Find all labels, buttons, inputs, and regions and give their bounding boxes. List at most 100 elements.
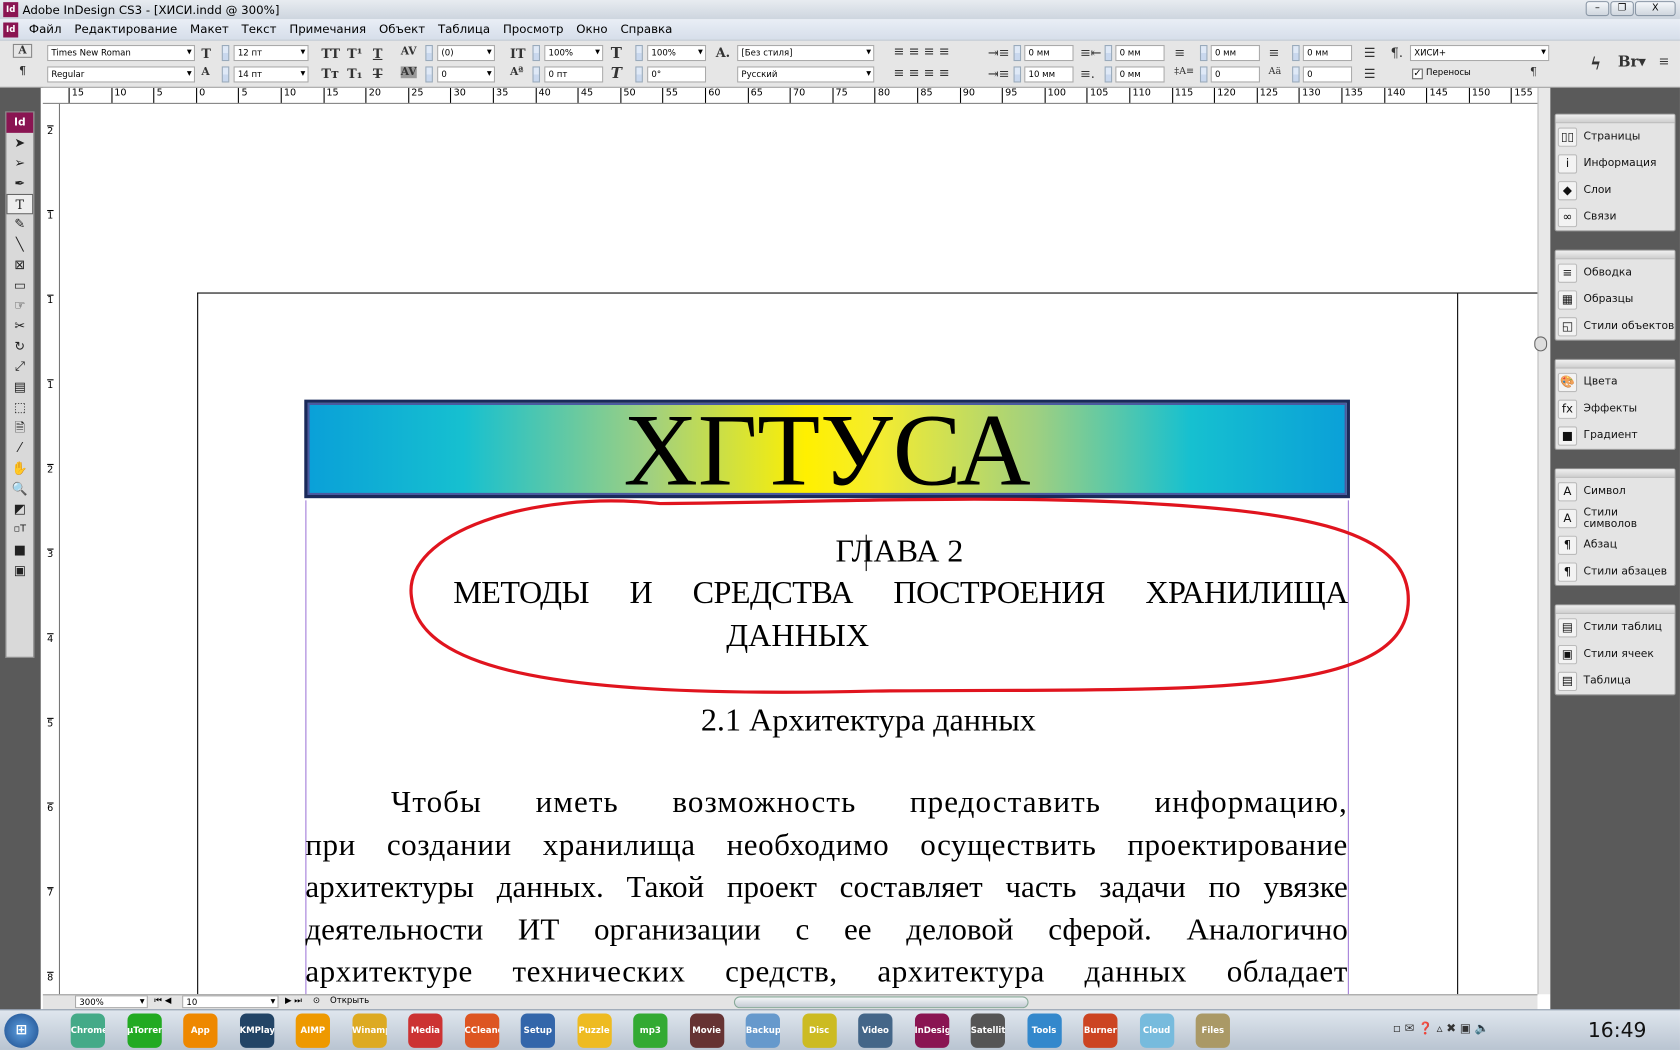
- panel-item[interactable]: A Символ: [1556, 478, 1675, 505]
- baseline-spinner[interactable]: [532, 66, 540, 83]
- taskbar-app-button[interactable]: Backup: [745, 1013, 780, 1048]
- tracking-spinner[interactable]: [425, 66, 433, 83]
- panel-item[interactable]: ▤ Таблица: [1556, 667, 1675, 694]
- taskbar-app-button[interactable]: App: [183, 1013, 218, 1048]
- vertical-scrollbar[interactable]: [1534, 87, 1551, 995]
- hand-tool-icon[interactable]: ✋: [6, 459, 33, 479]
- fill-stroke-icon[interactable]: ◩: [6, 499, 33, 519]
- horizontal-scroll-thumb[interactable]: [733, 996, 1029, 1009]
- taskbar-app-button[interactable]: Files: [1195, 1013, 1230, 1048]
- subscript-icon[interactable]: T₁: [347, 66, 362, 81]
- gradient-tool-icon[interactable]: ▤: [6, 377, 33, 397]
- justify-buttons[interactable]: ≡≡≡≡: [894, 65, 954, 80]
- panel-item[interactable]: fx Эффекты: [1556, 395, 1675, 422]
- rectangle-frame-tool-icon[interactable]: ⊠: [6, 255, 33, 275]
- superscript-icon[interactable]: T¹: [347, 46, 362, 61]
- last-line-indent-field[interactable]: 0 мм: [1115, 66, 1165, 83]
- menu-view[interactable]: Просмотр: [497, 22, 570, 36]
- strikethrough-icon[interactable]: T: [373, 66, 383, 81]
- pen-tool-icon[interactable]: ✒: [6, 174, 33, 194]
- taskbar-app-button[interactable]: mp3 cut: [633, 1013, 668, 1048]
- menu-notes[interactable]: Примечания: [283, 22, 373, 36]
- close-button[interactable]: X: [1634, 1, 1676, 17]
- quick-apply-icon[interactable]: ϟ: [1590, 54, 1601, 74]
- kerning-field[interactable]: (0): [437, 44, 495, 62]
- all-caps-icon[interactable]: TT: [321, 46, 340, 61]
- vscale-spinner[interactable]: [532, 44, 540, 62]
- panel-item[interactable]: ¶ Стили абзацев: [1556, 558, 1675, 585]
- horizontal-scale-field[interactable]: 100%: [647, 44, 707, 62]
- eyedropper-tool-icon[interactable]: ⁄: [6, 438, 33, 458]
- space-before-field[interactable]: 0 мм: [1210, 44, 1260, 62]
- drop-cap-lines-field[interactable]: 0: [1210, 66, 1260, 83]
- left-indent-spinner[interactable]: [1013, 44, 1022, 62]
- page-select[interactable]: 10: [182, 995, 279, 1009]
- drop-chars-spinner[interactable]: [1292, 66, 1300, 83]
- skew-field[interactable]: 0°: [647, 66, 707, 83]
- taskbar-app-button[interactable]: Media: [408, 1013, 443, 1048]
- drop-lines-spinner[interactable]: [1199, 66, 1208, 83]
- taskbar-app-button[interactable]: Puzzle: [576, 1013, 612, 1048]
- bridge-icon[interactable]: Br▾: [1618, 54, 1646, 71]
- align-buttons-top[interactable]: ≡≡≡≡: [894, 44, 954, 59]
- paragraph-composer-icon[interactable]: ¶: [1530, 66, 1537, 78]
- taskbar-app-button[interactable]: CCleaner: [464, 1013, 499, 1048]
- type-tool-icon[interactable]: T: [6, 193, 34, 215]
- taskbar-app-button[interactable]: Setup: [520, 1013, 555, 1048]
- taskbar-app-button[interactable]: InDesign: [914, 1013, 949, 1048]
- taskbar-app-button[interactable]: Cloud: [1139, 1013, 1174, 1048]
- first-page-button[interactable]: ⏮ ◀: [154, 995, 171, 1006]
- free-transform-tool-icon[interactable]: ⬚: [6, 397, 33, 417]
- document-status[interactable]: Открыть: [330, 995, 369, 1005]
- taskbar-app-button[interactable]: AIMP: [295, 1013, 330, 1048]
- panel-item[interactable]: 🎨 Цвета: [1556, 369, 1675, 396]
- panel-group-header[interactable]: [1555, 605, 1675, 614]
- scale-tool-icon[interactable]: ⤢: [6, 357, 33, 377]
- scroll-thumb[interactable]: [1534, 336, 1548, 352]
- minimize-button[interactable]: –: [1585, 1, 1610, 17]
- panel-item[interactable]: ◱ Стили объектов: [1556, 313, 1675, 340]
- right-indent-spinner[interactable]: [1104, 44, 1113, 62]
- character-style-select[interactable]: [Без стиля]: [737, 44, 875, 62]
- menu-file[interactable]: Файл: [22, 22, 67, 36]
- button-tool-icon[interactable]: ☞: [6, 296, 33, 316]
- taskbar-app-button[interactable]: Disc: [801, 1013, 837, 1048]
- kerning-spinner[interactable]: [425, 44, 433, 62]
- panel-item[interactable]: ◆ Слои: [1556, 177, 1675, 204]
- font-family-select[interactable]: Times New Roman: [47, 44, 195, 62]
- vertical-ruler[interactable]: 2 1 1 1 2 3 4 5 6 7 8: [42, 103, 60, 995]
- taskbar-app-button[interactable]: KMPlayer: [239, 1013, 274, 1048]
- panel-item[interactable]: ▦ Образцы: [1556, 286, 1675, 313]
- taskbar-app-button[interactable]: µTorrent: [126, 1013, 162, 1048]
- taskbar-app-button[interactable]: Tools: [1026, 1013, 1062, 1048]
- panel-group-header[interactable]: [1555, 250, 1675, 260]
- right-indent-field[interactable]: 0 мм: [1115, 44, 1165, 62]
- first-line-indent-field[interactable]: 10 мм: [1024, 66, 1074, 83]
- underline-icon[interactable]: T: [373, 46, 383, 61]
- paragraph-mode-icon[interactable]: ¶: [13, 65, 32, 77]
- formatting-affects-icon[interactable]: ▫T: [6, 520, 33, 540]
- taskbar-app-button[interactable]: Satellite: [970, 1013, 1005, 1048]
- next-page-button[interactable]: ▶ ⏭: [285, 995, 302, 1006]
- apply-color-icon[interactable]: ■: [6, 540, 33, 560]
- panel-item[interactable]: A Стили символов: [1556, 505, 1675, 532]
- character-mode-icon[interactable]: A: [12, 43, 33, 58]
- font-style-select[interactable]: Regular: [47, 66, 195, 83]
- scissors-tool-icon[interactable]: ✂: [6, 316, 33, 336]
- panel-item[interactable]: ▣ Стили ячеек: [1556, 641, 1675, 668]
- menu-layout[interactable]: Макет: [184, 22, 235, 36]
- paragraph-style-select[interactable]: ХИСИ+: [1409, 44, 1550, 62]
- zoom-select[interactable]: 300%: [74, 995, 148, 1009]
- leading-spinner[interactable]: [221, 66, 230, 83]
- baseline-shift-field[interactable]: 0 пт: [544, 66, 604, 83]
- vertical-scale-field[interactable]: 100%: [544, 44, 604, 62]
- panel-menu-icon[interactable]: ≡: [1659, 54, 1670, 69]
- taskbar-app-button[interactable]: Winamp: [351, 1013, 387, 1048]
- font-size-field[interactable]: 12 пт: [233, 44, 309, 62]
- panel-item[interactable]: ¶ Абзац: [1556, 531, 1675, 558]
- menu-edit[interactable]: Редактирование: [68, 22, 184, 36]
- small-caps-icon[interactable]: Tт: [321, 66, 339, 81]
- panel-item[interactable]: ∞ Связи: [1556, 204, 1675, 231]
- left-indent-field[interactable]: 0 мм: [1024, 44, 1074, 62]
- font-size-spinner[interactable]: [221, 44, 230, 62]
